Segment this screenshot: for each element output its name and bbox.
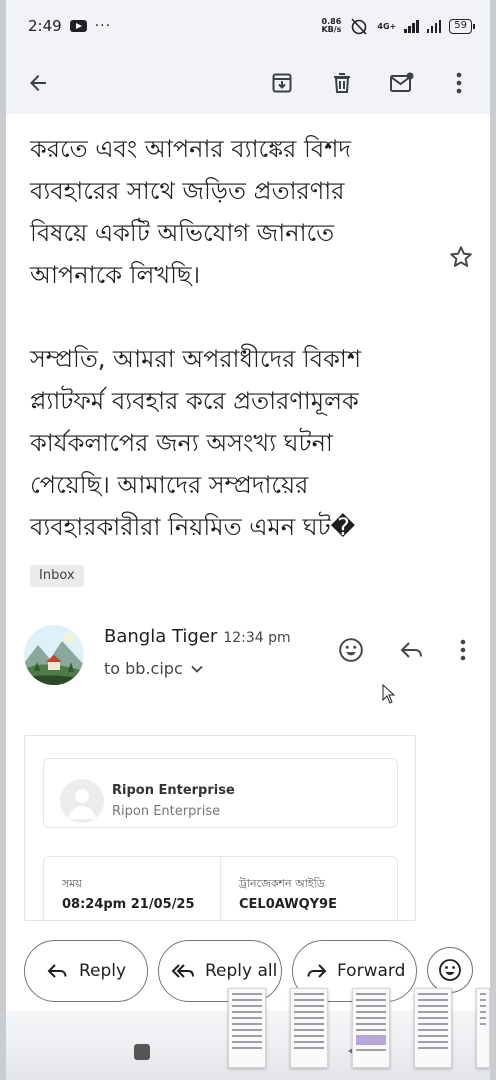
reply-icon [47, 964, 67, 978]
recent-app-thumbnail-1[interactable] [228, 988, 266, 1068]
youtube-icon [69, 20, 87, 32]
signal-1-icon [404, 19, 419, 33]
more-notifications-icon: ··· [94, 18, 112, 34]
email-body-line: আপনাকে লিখছি। [30, 261, 201, 289]
archive-button[interactable] [262, 63, 302, 103]
signal-2-icon [426, 19, 442, 33]
network-speed-unit: KB/s [321, 25, 342, 34]
email-body-line: প্ল্যাটফর্ম ব্যবহার করে প্রতারণামূলক [30, 387, 359, 415]
reply-all-icon [171, 964, 194, 978]
sender-avatar[interactable] [24, 625, 84, 685]
email-body-line: ব্যবহারকারীরা নিয়মিত এমন ঘট� [30, 513, 356, 541]
email-body: করতে এবং আপনার ব্যাঙ্কের বিশদ ব্যবহারের স… [30, 128, 430, 548]
email-body-line: ব্যবহারের সাথে জড়িত প্রতারণার [30, 177, 345, 205]
receipt-card[interactable]: Ripon Enterprise Ripon Enterprise সময় 0… [24, 735, 416, 921]
status-left: 2:49 ··· [28, 17, 111, 35]
emoji-icon [439, 959, 461, 981]
emoji-reaction-button[interactable] [427, 947, 473, 993]
more-options-button[interactable] [439, 63, 479, 103]
avatar-landscape-icon [24, 625, 84, 685]
star-button[interactable] [448, 244, 474, 270]
recent-app-thumbnail-4[interactable] [414, 988, 452, 1068]
more-vert-icon [456, 72, 462, 94]
status-right: 0.86 KB/s 4G+ 59 [321, 17, 475, 35]
email-body-line: কার্যকলাপের জন্য অসংখ্য ঘটনা [30, 429, 333, 457]
sender-name-row[interactable]: Bangla Tiger 12:34 pm [104, 626, 291, 647]
top-app-bar [6, 52, 490, 114]
email-paragraph-2: সম্প্রতি, আমরা অপরাধীদের বিকাশ প্ল্যাটফর্… [30, 338, 430, 548]
email-paragraph-1: করতে এবং আপনার ব্যাঙ্কের বিশদ ব্যবহারের স… [30, 128, 430, 296]
delete-icon [334, 73, 350, 93]
reply-icon [400, 642, 422, 658]
message-more-button[interactable] [443, 630, 483, 670]
transaction-id-label: ট্রানজেকশন আইডি [239, 877, 325, 890]
reply-all-label: Reply all [205, 961, 278, 981]
back-arrow-icon [30, 75, 46, 91]
recent-app-thumbnail-2[interactable] [290, 988, 328, 1068]
forward-label: Forward [337, 961, 406, 981]
person-icon [68, 789, 96, 819]
status-bar: 2:49 ··· 0.86 KB/s 4G+ 59 [6, 0, 490, 52]
details-divider [220, 857, 221, 920]
merchant-subtitle: Ripon Enterprise [112, 804, 221, 819]
transaction-details: সময় 08:24pm 21/05/25 ট্রানজেকশন আইডি CE… [43, 856, 398, 920]
recents-button[interactable] [134, 1044, 150, 1060]
merchant-box: Ripon Enterprise Ripon Enterprise [43, 758, 398, 828]
star-icon [450, 246, 472, 267]
recent-app-thumbnail-3[interactable] [352, 988, 390, 1068]
sender-name: Bangla Tiger [104, 626, 218, 647]
phone-screen: 2:49 ··· 0.86 KB/s 4G+ 59 করতে এবং আপনার… [6, 0, 490, 1080]
email-body-line: করতে এবং আপনার ব্যাঙ্কের বিশদ [30, 135, 352, 163]
forward-icon [307, 964, 327, 978]
delete-button[interactable] [322, 63, 362, 103]
time-label: সময় [62, 877, 82, 890]
email-body-line: সম্প্রতি, আমরা অপরাধীদের বিকাশ [30, 345, 362, 373]
react-emoji-button[interactable] [331, 630, 371, 670]
alarm-off-icon [351, 18, 368, 35]
merchant-name: Ripon Enterprise [112, 783, 235, 798]
email-body-line: বিষয়ে একটি অভিযোগ জানাতে [30, 219, 335, 247]
email-body-line: পেয়েছি। আমাদের সম্প্রদায়ের [30, 471, 309, 499]
mark-unread-button[interactable] [382, 63, 422, 103]
reply-label: Reply [79, 961, 127, 981]
quick-reply-button[interactable] [392, 630, 432, 670]
time-value: 08:24pm 21/05/25 [62, 897, 195, 912]
recent-app-thumbnail-5[interactable] [476, 988, 490, 1068]
recipient-text: to bb.cipc [104, 659, 183, 678]
more-vert-icon [460, 639, 466, 661]
recipients-toggle[interactable]: to bb.cipc [104, 659, 203, 678]
inbox-label-chip[interactable]: Inbox [30, 565, 84, 587]
message-time: 12:34 pm [223, 630, 291, 646]
back-button[interactable] [18, 63, 58, 103]
mark-unread-icon [390, 72, 414, 92]
transaction-id-value: CEL0AWQY9E [239, 897, 337, 912]
emoji-icon [339, 638, 363, 662]
network-speed: 0.86 KB/s [321, 18, 341, 34]
merchant-avatar [60, 779, 104, 823]
mouse-cursor-icon [382, 684, 396, 704]
chevron-down-icon [191, 665, 203, 673]
archive-icon [272, 73, 292, 93]
reply-button[interactable]: Reply [24, 940, 148, 1002]
status-time: 2:49 [28, 17, 62, 35]
network-type: 4G+ [377, 21, 397, 31]
battery-icon: 59 [449, 18, 475, 34]
